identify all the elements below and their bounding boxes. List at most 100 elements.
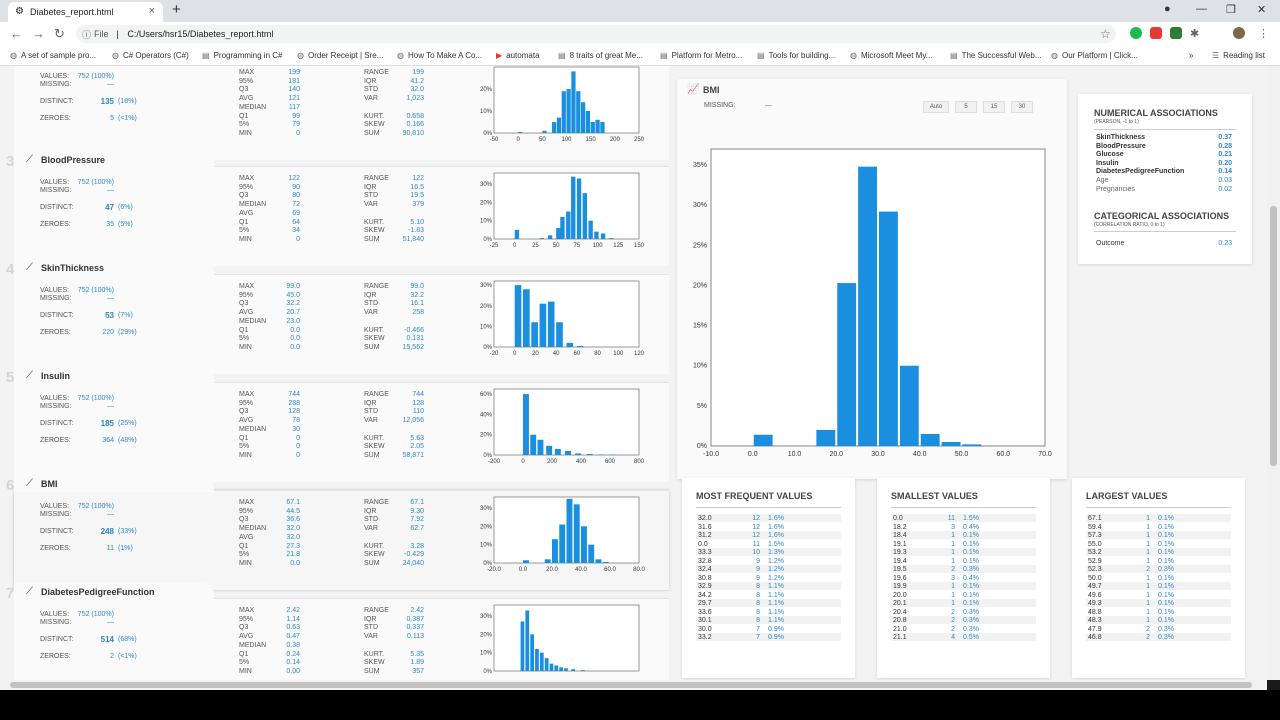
histogram-bar [539,303,547,347]
table-cell-count: 11 [947,515,955,522]
stat-value-min: 0 [296,451,300,459]
frequent-values-panel: MOST FREQUENT VALUES 32.0 12 1.6% 31.6 12 1.6… [682,478,855,678]
stat-label-distinct: DISTINCT: [40,528,74,535]
profile-dropdown-icon[interactable]: ● [1164,3,1171,15]
minimize-icon[interactable]: — [1196,3,1207,15]
horizontal-scrollbar[interactable] [0,680,1267,690]
close-window-icon[interactable]: ✕ [1257,3,1266,16]
association-name: Pregnancies [1096,185,1135,193]
table-cell-value: 59.4 [1088,523,1102,531]
table-cell-count: 9 [756,557,760,565]
vertical-scrollbar-thumb[interactable] [1270,206,1277,466]
extension-m-icon[interactable] [1170,27,1182,39]
x-tick-label: 20.0 [829,451,843,458]
stat-label-p5: 5% [239,227,250,235]
y-tick-label: 0% [697,443,707,450]
bookmark-item[interactable]: ◍ C# Operators (C#) [112,51,189,60]
back-icon[interactable]: ← [10,26,23,41]
stat-label-kurt: KURT. [364,326,385,334]
vertical-scrollbar[interactable] [1267,66,1280,680]
browser-tab[interactable]: ⚙ Diabetes_report.html × [8,2,163,22]
table-cell-percent: 0.1% [1158,557,1174,565]
table-cell-value: 31.6 [698,523,712,531]
extension-grammarly-icon[interactable] [1130,27,1142,39]
table-cell-value: 30.1 [698,617,712,624]
stat-value-kurt: 3.28 [410,542,424,550]
variable-card[interactable]: 7 ⟋ DiabetesPedigreeFunction VALUES: 752 (10… [6,583,669,680]
variable-card[interactable]: VALUES: 752 (100%) MISSING: — DISTINCT: 135 ZE… [14,66,669,160]
stat-value-min: 0 [296,235,300,243]
stat-value-sum: 51,840 [402,235,424,243]
extension-youtube-icon[interactable] [1150,27,1162,39]
stat-label-zeroes: ZEROES: [40,221,71,228]
chart-icon: ⟋ [26,478,33,489]
menu-kebab-icon[interactable]: ⋮ [1258,27,1269,40]
bookmark-item[interactable]: ◍ Our Platform | Click... [1051,51,1138,60]
histogram-bar [581,102,586,133]
bookmark-item[interactable]: ◍ Microsoft Meet My... [850,51,932,60]
stat-value-var: 1,023 [406,95,424,103]
avatar[interactable] [1233,27,1245,39]
reading-list[interactable]: ☰ Reading list [1212,51,1265,60]
stat-label-missing: MISSING: [40,81,72,88]
association-value: 0.23 [1218,240,1232,247]
url-field[interactable]: ⓘ File | C:/Users/hsr15/Diabetes_report.h… [76,25,1116,43]
stat-label-missing: MISSING: [40,511,72,518]
table-cell-count: 2 [1146,566,1150,573]
table-cell-percent: 0.3% [1158,625,1174,633]
variable-card[interactable]: 6 ⟋ BMI VALUES: 752 (100%) MISSING: — DISTINCT:… [6,475,669,590]
stat-label-missing: MISSING: [40,295,72,302]
stat-label-zeroes: ZEROES: [40,437,71,444]
bookmark-item[interactable]: ▤ Platform for Metro... [660,51,742,60]
url-text: C:/Users/hsr15/Diabetes_report.html [127,29,274,39]
extensions-puzzle-icon[interactable]: ✱ [1190,27,1199,40]
histogram-bar [610,454,616,455]
table-cell-percent: 0.1% [963,583,979,590]
address-bar-row: ← → ↻ ⓘ File | C:/Users/hsr15/Diabetes_re… [0,22,1280,46]
stat-value-distinct-pct: (7%) [118,312,133,319]
y-tick-label: 40% [480,412,493,418]
histogram-bar [514,229,520,239]
bookmark-item[interactable]: ▤ Programming in C# [202,51,282,60]
bin-5-button[interactable]: 5 [955,101,977,113]
bookmark-item[interactable]: ◍ How To Make A Co... [397,51,482,60]
bookmark-item[interactable]: ◍ Order Receipt | Sre... [297,51,383,60]
variable-card[interactable]: 5 ⟋ Insulin VALUES: 752 (100%) MISSING: — DISTI… [6,367,669,482]
table-cell-value: 0.0 [698,540,708,548]
bookmark-item[interactable]: ▤ The Successful Web... [950,51,1041,60]
histogram-bar [941,441,961,446]
histogram-bar [595,559,602,563]
association-name: Outcome [1096,240,1125,247]
close-tab-icon[interactable]: × [149,5,155,17]
y-tick-label: 20% [480,87,493,93]
table-cell-count: 1 [951,557,955,565]
bin-30-button[interactable]: 30 [1011,101,1033,113]
reload-icon[interactable]: ↻ [54,26,65,42]
variable-card[interactable]: 3 ⟋ BloodPressure VALUES: 752 (100%) MISSING:… [6,151,669,266]
maximize-icon[interactable]: ❐ [1226,3,1236,16]
stat-value-zeroes-pct: (48%) [118,437,137,444]
bookmark-item[interactable]: ▤ Tools for building... [757,51,835,60]
stat-value-min: 0 [296,129,300,137]
bin-auto-button[interactable]: Auto [923,101,949,113]
bookmark-item[interactable]: ▤ 8 traits of great Me... [558,51,643,60]
forward-icon[interactable]: → [32,26,45,41]
histogram-bar [571,71,576,133]
horizontal-scrollbar-thumb[interactable] [10,682,1252,688]
more-bookmarks-icon[interactable]: » [1189,51,1193,60]
table-cell-percent: 0.4% [963,523,979,531]
table-cell-percent: 0.3% [963,608,979,616]
stat-value-std: 16.1 [410,300,424,308]
variable-card[interactable]: 4 ⟋ SkinThickness VALUES: 752 (100%) MISSING:… [6,259,669,374]
histogram-bar [879,211,898,446]
stat-label-skew: SKEW [364,227,385,235]
bookmark-item[interactable]: ◍ A set of sample pro... [10,51,96,60]
table-cell-value: 20.0 [893,591,907,599]
star-icon[interactable]: ☆ [1100,27,1111,41]
bookmark-item[interactable]: ▶ automata [496,51,540,60]
chart-icon: ⟋ [26,370,33,381]
bin-15-button[interactable]: 15 [983,101,1005,113]
table-cell-count: 3 [951,523,955,531]
new-tab-icon[interactable]: + [172,1,181,18]
table-cell-value: 31.2 [698,532,712,539]
